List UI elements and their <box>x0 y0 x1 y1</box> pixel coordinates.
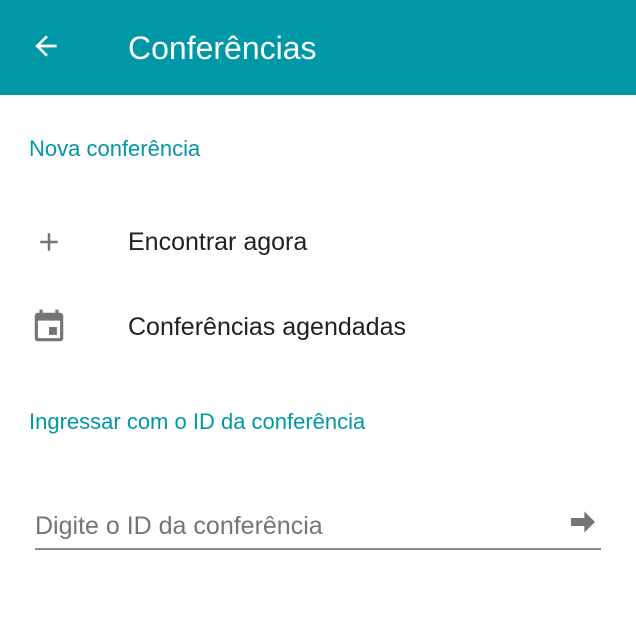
conference-id-field <box>35 500 601 552</box>
meet-now-label: Encontrar agora <box>128 228 308 256</box>
page-title: Conferências <box>128 30 317 66</box>
list-item-scheduled-conferences[interactable]: Conferências agendadas <box>0 288 636 368</box>
list-item-meet-now[interactable]: Encontrar agora <box>0 203 636 283</box>
arrow-forward-icon <box>567 506 599 543</box>
app-bar: Conferências <box>0 0 636 95</box>
calendar-icon <box>30 308 68 346</box>
plus-icon <box>30 223 68 261</box>
back-button[interactable] <box>20 22 72 74</box>
conference-id-input[interactable] <box>35 506 555 546</box>
input-underline <box>35 548 601 550</box>
scheduled-conferences-label: Conferências agendadas <box>128 313 406 341</box>
section-header-new-conference: Nova conferência <box>29 136 201 161</box>
section-header-join: Ingressar com o ID da conferência <box>29 409 366 434</box>
arrow-back-icon <box>30 30 62 67</box>
join-submit-button[interactable] <box>565 506 601 542</box>
